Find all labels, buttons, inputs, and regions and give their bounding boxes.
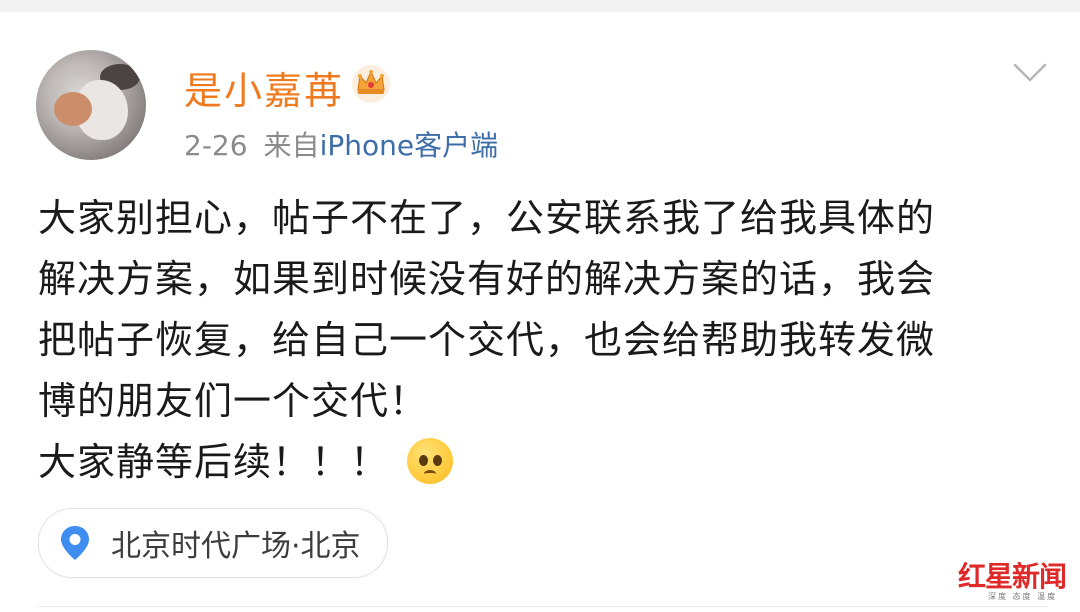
top-separator-band xyxy=(0,0,1080,12)
location-chip[interactable]: 北京时代广场·北京 xyxy=(38,508,388,578)
location-label: 北京时代广场·北京 xyxy=(111,529,361,564)
post-line-last: 大家静等后续！！！ xyxy=(38,432,1028,493)
user-avatar[interactable] xyxy=(36,50,146,160)
watermark-logo: 红星新闻 深度 态度 温度 xyxy=(958,555,1076,607)
post-line: 博的朋友们一个交代！ xyxy=(38,379,429,423)
post-line: 大家别担心，帖子不在了，公安联系我了给我具体的 xyxy=(38,196,936,240)
chevron-down-icon[interactable] xyxy=(1012,60,1048,86)
username[interactable]: 是小嘉苒 xyxy=(184,60,344,115)
post-line: 解决方案，如果到时候没有好的解决方案的话，我会 xyxy=(38,257,936,301)
watermark-name: 红星新闻 xyxy=(958,560,1067,593)
post-line-text: 大家静等后续！！！ xyxy=(38,440,390,484)
location-pin-icon xyxy=(61,526,89,560)
source-app-link[interactable]: iPhone客户端 xyxy=(320,129,499,162)
watermark-tagline: 深度 态度 温度 xyxy=(988,592,1058,601)
post-date: 2-26 xyxy=(184,129,248,162)
pleading-face-emoji xyxy=(407,437,454,484)
source-prefix: 来自 xyxy=(263,129,320,162)
post-meta: 2-26 来自iPhone客户端 xyxy=(184,124,498,164)
divider xyxy=(38,606,1048,607)
post-line: 把帖子恢复，给自己一个交代，也会给帮助我转发微 xyxy=(38,318,936,362)
post-content: 大家别担心，帖子不在了，公安联系我了给我具体的 解决方案，如果到时候没有好的解决… xyxy=(38,188,1028,493)
crown-badge-icon xyxy=(352,65,390,103)
